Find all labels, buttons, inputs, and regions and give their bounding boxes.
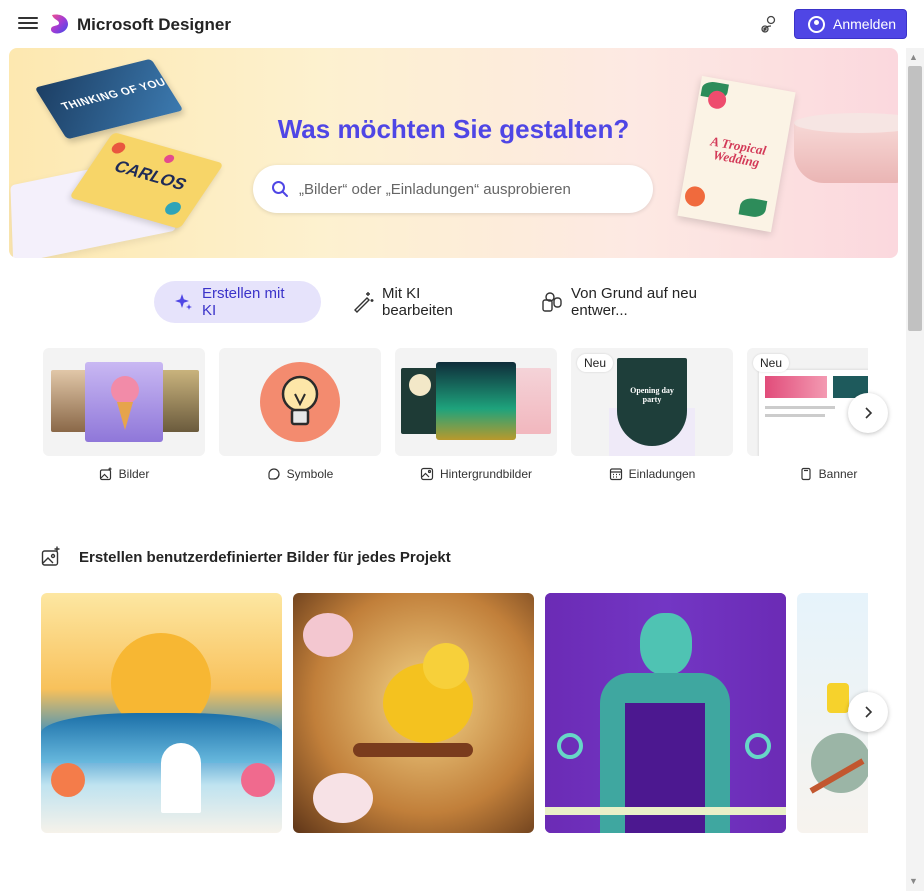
- mode-tabs: Erstellen mit KI Mit KI bearbeiten Von G…: [0, 281, 924, 323]
- sticker-icon: [268, 468, 280, 480]
- designer-logo-icon: [50, 14, 68, 34]
- category-label: Banner: [818, 467, 858, 481]
- tab-label: Erstellen mit KI: [202, 285, 285, 319]
- banner-icon: [801, 467, 811, 481]
- wedding-invite-illustration: A Tropical Wedding: [677, 75, 796, 233]
- magic-wand-icon: [354, 292, 374, 313]
- gallery-next-button[interactable]: [848, 692, 888, 732]
- shapes-icon: [542, 292, 562, 312]
- gallery-image-tropical-wedding[interactable]: [41, 593, 282, 833]
- category-carousel: Bilder Symbole Hintergrundbilder Opening: [43, 348, 868, 498]
- invitation-card-text: Opening day party: [630, 386, 674, 404]
- image-sparkle-icon: [99, 467, 112, 481]
- category-invitations[interactable]: Opening day party Neu Einladungen: [571, 348, 733, 481]
- category-thumbnail: Opening day party Neu: [571, 348, 733, 456]
- section-title: Erstellen benutzerdefinierter Bilder für…: [79, 549, 451, 566]
- scroll-down-icon[interactable]: ▼: [909, 876, 918, 886]
- category-label: Bilder: [118, 467, 150, 481]
- category-images[interactable]: Bilder: [43, 348, 205, 481]
- gallery-image-canary[interactable]: [293, 593, 534, 833]
- new-badge: Neu: [577, 354, 614, 372]
- search-input[interactable]: [299, 180, 639, 198]
- category-thumbnail: [43, 348, 205, 456]
- carlos-card-text: CARLOS: [110, 157, 191, 194]
- image-sparkle-icon: [41, 546, 60, 566]
- search-box[interactable]: [253, 165, 653, 213]
- cake-illustration: [794, 113, 898, 198]
- menu-icon[interactable]: [18, 14, 38, 34]
- top-bar: Microsoft Designer Anmelden: [0, 0, 924, 48]
- sparkle-icon: [175, 294, 192, 310]
- category-label: Symbole: [286, 467, 334, 481]
- search-icon: [272, 181, 288, 197]
- category-next-button[interactable]: [848, 393, 888, 433]
- signin-label: Anmelden: [833, 16, 897, 32]
- lightbulb-icon: [281, 375, 319, 426]
- category-thumbnail: [395, 348, 557, 456]
- tab-label: Mit KI bearbeiten: [382, 285, 453, 319]
- tab-create-with-ai[interactable]: Erstellen mit KI: [154, 281, 321, 323]
- category-thumbnail: [219, 348, 381, 456]
- category-wallpapers[interactable]: Hintergrundbilder: [395, 348, 557, 481]
- gallery-image-gymnast[interactable]: [545, 593, 786, 833]
- tab-label: Von Grund auf neu entwer...: [571, 285, 697, 319]
- category-label: Einladungen: [628, 467, 696, 481]
- signin-button[interactable]: Anmelden: [794, 9, 907, 39]
- brand-name: Microsoft Designer: [77, 15, 231, 34]
- hero-banner: THINKING OF YOU CARLOS Was möchten Sie g…: [9, 48, 898, 258]
- category-label: Hintergrundbilder: [439, 467, 533, 481]
- account-icon: [808, 15, 825, 33]
- scroll-up-icon[interactable]: ▲: [909, 52, 918, 62]
- wallpaper-icon: [420, 467, 434, 481]
- category-symbols[interactable]: Symbole: [219, 348, 381, 481]
- new-badge: Neu: [753, 354, 790, 372]
- thinking-card-text: THINKING OF YOU: [59, 76, 169, 113]
- people-settings-icon[interactable]: [758, 14, 780, 36]
- tab-design-from-scratch[interactable]: Von Grund auf neu entwer...: [521, 281, 766, 323]
- image-gallery: [41, 593, 868, 833]
- tab-edit-with-ai[interactable]: Mit KI bearbeiten: [332, 281, 507, 323]
- chevron-right-icon: [865, 706, 873, 718]
- chevron-right-icon: [865, 407, 873, 419]
- wedding-invite-text: A Tropical Wedding: [709, 133, 768, 170]
- calendar-icon: [609, 468, 622, 481]
